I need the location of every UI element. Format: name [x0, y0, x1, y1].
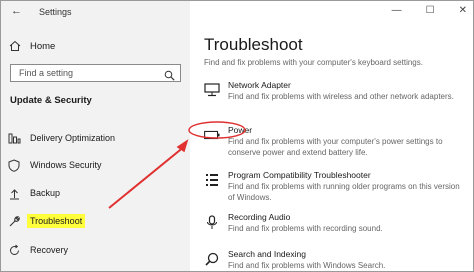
search-placeholder: Find a setting [19, 68, 74, 78]
sidebar-item-label: Backup [30, 188, 61, 198]
troubleshooter-title: Power [228, 125, 253, 135]
settings-window: ← Settings Home Find a setting Update & … [0, 0, 474, 272]
sidebar-item-troubleshoot[interactable]: Troubleshoot [7, 213, 86, 229]
troubleshooter-title: Search and Indexing [228, 249, 306, 259]
minimize-button[interactable]: — [392, 5, 402, 16]
back-arrow-icon[interactable]: ← [11, 5, 22, 17]
page-title: Troubleshoot [204, 35, 303, 54]
sidebar-item-backup[interactable]: Backup [7, 185, 60, 201]
troubleshooter-power[interactable]: Power Find and fix problems with your co… [204, 125, 469, 161]
home-label: Home [30, 40, 56, 52]
troubleshooter-search-indexing[interactable]: Search and Indexing Find and fix problem… [204, 249, 469, 271]
troubleshooter-desc: Find and fix problems with your computer… [228, 137, 443, 157]
sidebar-item-delivery-optimization[interactable]: Delivery Optimization [7, 130, 115, 146]
home-icon [9, 40, 21, 52]
troubleshooter-program-compatibility[interactable]: Program Compatibility Troubleshooter Fin… [204, 170, 469, 206]
troubleshooter-title: Network Adapter [228, 80, 291, 90]
keyboard-desc: Find and fix problems with your computer… [204, 58, 423, 67]
app-title: Settings [39, 7, 72, 17]
microphone-icon [204, 214, 220, 230]
maximize-button[interactable]: ☐ [426, 5, 435, 16]
sidebar-item-label: Windows Security [30, 160, 102, 170]
troubleshooter-desc: Find and fix problems with recording sou… [228, 224, 383, 233]
sidebar-item-label: Delivery Optimization [30, 133, 116, 143]
sidebar-item-label: Recovery [30, 245, 69, 255]
window-controls: — ☐ ✕ [392, 5, 467, 16]
troubleshooter-title: Program Compatibility Troubleshooter [228, 170, 371, 180]
battery-icon [204, 127, 220, 143]
troubleshooter-desc: Find and fix problems with Windows Searc… [228, 261, 386, 270]
wrench-icon [7, 214, 21, 228]
sidebar-item-recovery[interactable]: Recovery [7, 242, 68, 258]
troubleshooter-title: Recording Audio [228, 212, 291, 222]
section-title: Update & Security [10, 95, 92, 106]
search-icon[interactable] [164, 68, 175, 81]
home-nav-item[interactable]: Home [9, 38, 55, 54]
main-content: — ☐ ✕ Troubleshoot Find and fix problems… [190, 1, 473, 271]
network-adapter-icon [204, 82, 220, 98]
sidebar-item-windows-security[interactable]: Windows Security [7, 157, 102, 173]
shield-icon [7, 158, 21, 172]
recovery-icon [7, 243, 21, 257]
troubleshooter-recording-audio[interactable]: Recording Audio Find and fix problems wi… [204, 212, 469, 240]
search-indexing-icon [204, 251, 220, 267]
troubleshooter-desc: Find and fix problems with running older… [228, 182, 460, 202]
sidebar-item-label: Troubleshoot [27, 214, 86, 228]
backup-icon [7, 186, 21, 200]
delivery-optimization-icon [7, 131, 21, 145]
program-compatibility-icon [204, 172, 220, 188]
close-button[interactable]: ✕ [459, 5, 467, 16]
troubleshooter-desc: Find and fix problems with wireless and … [228, 92, 454, 101]
sidebar: ← Settings Home Find a setting Update & … [1, 1, 190, 271]
search-input[interactable]: Find a setting [10, 64, 181, 82]
troubleshooter-network-adapter[interactable]: Network Adapter Find and fix problems wi… [204, 80, 469, 116]
title-bar: ← Settings [1, 1, 190, 25]
